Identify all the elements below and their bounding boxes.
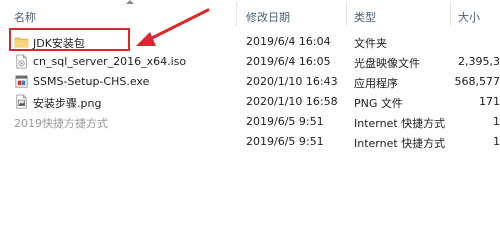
image-file-icon (16, 94, 27, 109)
file-type: Internet 快捷方式 (354, 137, 446, 150)
file-size: 2,395,3 (458, 55, 500, 68)
drag-ghost-text: 2019快捷方捷方式 (14, 117, 108, 130)
file-row-shortcut-1[interactable]: 2019快捷方捷方式 2019/6/5 9:51 Internet 快捷方式 1 (0, 112, 500, 132)
installer-exe-icon (15, 75, 28, 88)
sort-ascending-icon (126, 0, 134, 4)
annotation-arrow-icon (136, 8, 210, 46)
file-size: 1 (493, 115, 500, 128)
file-date: 2019/6/5 9:51 (246, 135, 324, 148)
file-date: 2020/1/10 16:43 (246, 75, 338, 88)
file-size: 171 (479, 95, 500, 108)
file-row-shortcut-2[interactable]: 2019/6/5 9:51 Internet 快捷方式 1 (0, 132, 500, 152)
column-divider[interactable] (346, 2, 347, 26)
column-header: 名称 修改日期 类型 大小 (0, 0, 500, 28)
highlight-box (9, 28, 130, 51)
file-name: 安装步骤.png (33, 97, 102, 110)
file-size: 1 (493, 135, 500, 148)
column-header-date[interactable]: 修改日期 (246, 9, 290, 25)
file-row-iso[interactable]: cn_sql_server_2016_x64.iso 2019/6/4 16:0… (0, 52, 500, 72)
file-row-exe[interactable]: SSMS-Setup-CHS.exe 2020/1/10 16:43 应用程序 … (0, 72, 500, 92)
column-divider[interactable] (236, 2, 237, 26)
file-date: 2019/6/4 16:05 (246, 55, 331, 68)
file-date: 2019/6/4 16:04 (246, 35, 331, 48)
column-header-size[interactable]: 大小 (458, 9, 480, 25)
file-name: SSMS-Setup-CHS.exe (33, 75, 150, 88)
column-header-name[interactable]: 名称 (14, 9, 36, 25)
file-type: 应用程序 (354, 77, 398, 90)
file-date: 2020/1/10 16:58 (246, 95, 338, 108)
file-type: 光盘映像文件 (354, 57, 420, 70)
column-header-type[interactable]: 类型 (354, 9, 376, 25)
file-type: PNG 文件 (354, 97, 403, 110)
file-type: Internet 快捷方式 (354, 117, 446, 130)
file-size: 568,577 (454, 75, 500, 88)
file-date: 2019/6/5 9:51 (246, 115, 324, 128)
file-row-png[interactable]: 安装步骤.png 2020/1/10 16:58 PNG 文件 171 (0, 92, 500, 112)
disc-image-icon (16, 54, 27, 69)
file-name: cn_sql_server_2016_x64.iso (33, 55, 187, 68)
column-divider[interactable] (450, 2, 451, 26)
file-type: 文件夹 (354, 37, 387, 50)
